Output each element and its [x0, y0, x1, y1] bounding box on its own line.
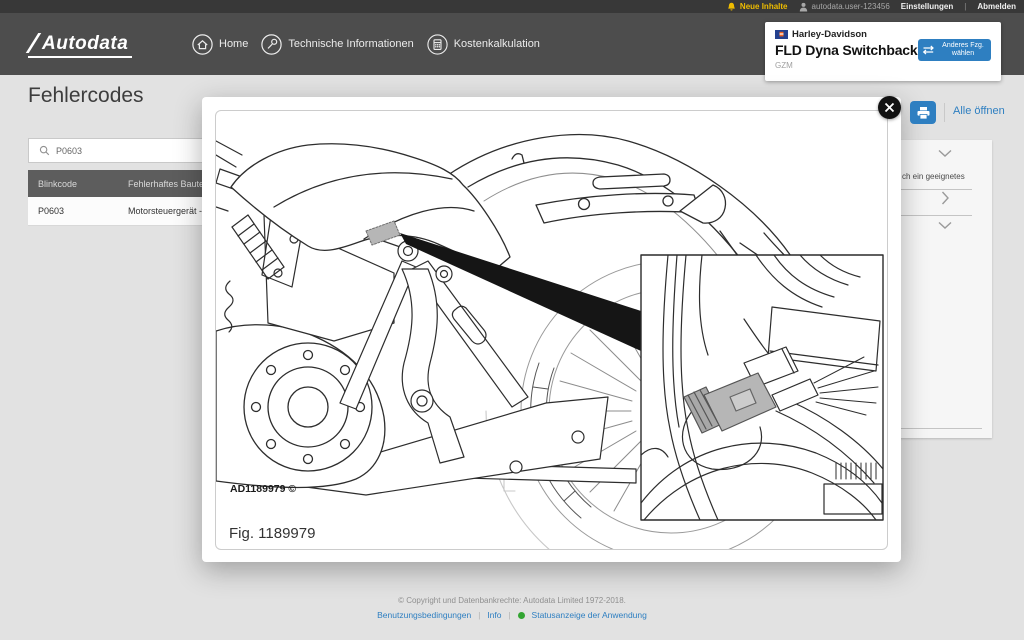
footer: © Copyright und Datenbankrechte: Autodat… [0, 596, 1024, 620]
printer-icon [916, 106, 931, 120]
copyright-text: © Copyright und Datenbankrechte: Autodat… [0, 596, 1024, 605]
figure-container: AD1189979 © Fig. 1189979 [215, 110, 888, 550]
calculator-icon [427, 34, 448, 55]
nav-item-technical-info[interactable]: Technische Informationen [261, 34, 413, 55]
motorcycle-diagram [216, 111, 888, 550]
top-utility-bar: Neue Inhalte autodata.user-123456 Einste… [0, 0, 1024, 13]
terms-link[interactable]: Benutzungsbedingungen [377, 610, 471, 620]
nav-label: Kostenkalkulation [454, 38, 540, 50]
bell-icon [727, 2, 736, 12]
manufacturer-flag-icon [775, 30, 788, 39]
figure-caption: Fig. 1189979 [229, 525, 315, 542]
open-all-link[interactable]: Alle öffnen [953, 105, 1005, 117]
change-vehicle-label: Anderes Fzg. wählen [939, 42, 987, 59]
fault-code-cell: P0603 [28, 206, 128, 216]
user-icon [799, 2, 808, 12]
status-link[interactable]: Statusanzeige der Anwendung [532, 610, 647, 620]
nav-label: Home [219, 38, 248, 50]
status-dot [518, 612, 525, 619]
print-button[interactable] [910, 101, 936, 124]
vehicle-code: GZM [775, 61, 1001, 70]
engine-case [216, 325, 385, 488]
chevron-right-icon[interactable] [941, 191, 950, 205]
nav-item-cost-calculation[interactable]: Kostenkalkulation [427, 34, 540, 55]
close-modal-button[interactable] [878, 96, 901, 119]
new-content-alert[interactable]: Neue Inhalte [727, 2, 788, 12]
vehicle-make: Harley-Davidson [792, 29, 867, 40]
panel-text-fragment: ch ein geeignetes [902, 172, 965, 181]
nav-label: Technische Informationen [288, 38, 413, 50]
column-header-blinkcode: Blinkcode [28, 179, 128, 189]
figure-modal: AD1189979 © Fig. 1189979 [202, 97, 901, 562]
username-label: autodata.user-123456 [812, 2, 890, 11]
chevron-down-icon[interactable] [938, 149, 952, 158]
figure-watermark: AD1189979 © [230, 483, 296, 495]
close-icon [884, 102, 895, 113]
nav-item-home[interactable]: Home [192, 34, 248, 55]
home-icon [192, 34, 213, 55]
search-icon [39, 145, 50, 156]
change-vehicle-button[interactable]: Anderes Fzg. wählen [918, 39, 991, 61]
logout-link[interactable]: Abmelden [977, 2, 1016, 11]
vehicle-card: Harley-Davidson FLD Dyna Switchback 1690… [765, 22, 1001, 81]
logo-slash [26, 33, 41, 53]
new-content-label: Neue Inhalte [740, 2, 788, 11]
settings-link[interactable]: Einstellungen [901, 2, 953, 11]
page-title: Fehlercodes [28, 84, 144, 108]
topbar-divider: | [964, 2, 966, 11]
wrench-icon [261, 34, 282, 55]
info-link[interactable]: Info [487, 610, 501, 620]
chevron-down-icon[interactable] [938, 221, 952, 230]
swap-icon [922, 45, 935, 55]
main-menu: Home Technische Informationen Kostenkalk… [192, 13, 540, 75]
toolbar-divider [944, 103, 945, 122]
autodata-logo[interactable]: Autodata [28, 33, 132, 58]
brand-name: Autodata [42, 34, 128, 53]
user-account[interactable]: autodata.user-123456 [799, 2, 890, 12]
search-value: P0603 [56, 146, 82, 156]
